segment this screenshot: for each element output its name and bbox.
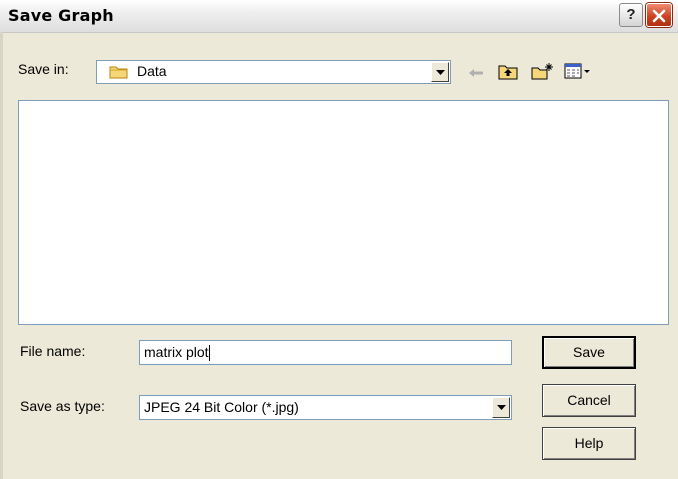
save-as-type-dropdown-button[interactable] [492, 397, 510, 418]
help-title-button[interactable]: ? [619, 3, 643, 27]
save-as-type-dropdown[interactable]: JPEG 24 Bit Color (*.jpg) [139, 395, 512, 420]
new-folder-icon[interactable] [531, 62, 553, 80]
folder-icon [109, 66, 128, 79]
save-in-label: Save in: [18, 61, 69, 77]
file-name-value: matrix plot [144, 344, 209, 360]
file-name-label: File name: [20, 343, 86, 359]
save-button[interactable]: Save [542, 336, 636, 369]
view-menu-icon[interactable] [564, 62, 592, 80]
title-bar: Save Graph ? [0, 0, 678, 33]
window-frame [0, 32, 3, 479]
save-in-value: Data [137, 63, 167, 79]
chevron-down-icon [497, 405, 506, 410]
file-name-input[interactable]: matrix plot [139, 340, 512, 365]
help-button[interactable]: Help [542, 427, 636, 460]
dialog-title: Save Graph [8, 6, 114, 25]
save-as-type-label: Save as type: [20, 398, 105, 414]
save-as-type-value: JPEG 24 Bit Color (*.jpg) [144, 399, 299, 415]
chevron-down-icon [436, 70, 445, 75]
text-caret [208, 345, 210, 362]
file-list[interactable] [18, 100, 669, 325]
save-in-dropdown-button[interactable] [431, 62, 449, 82]
save-in-dropdown[interactable]: Data [96, 60, 451, 84]
up-folder-icon[interactable] [498, 62, 518, 80]
close-icon [652, 9, 666, 23]
close-button[interactable] [646, 3, 672, 27]
cancel-button[interactable]: Cancel [542, 384, 636, 417]
question-mark-icon: ? [626, 6, 636, 23]
back-arrow-icon[interactable] [468, 66, 484, 80]
